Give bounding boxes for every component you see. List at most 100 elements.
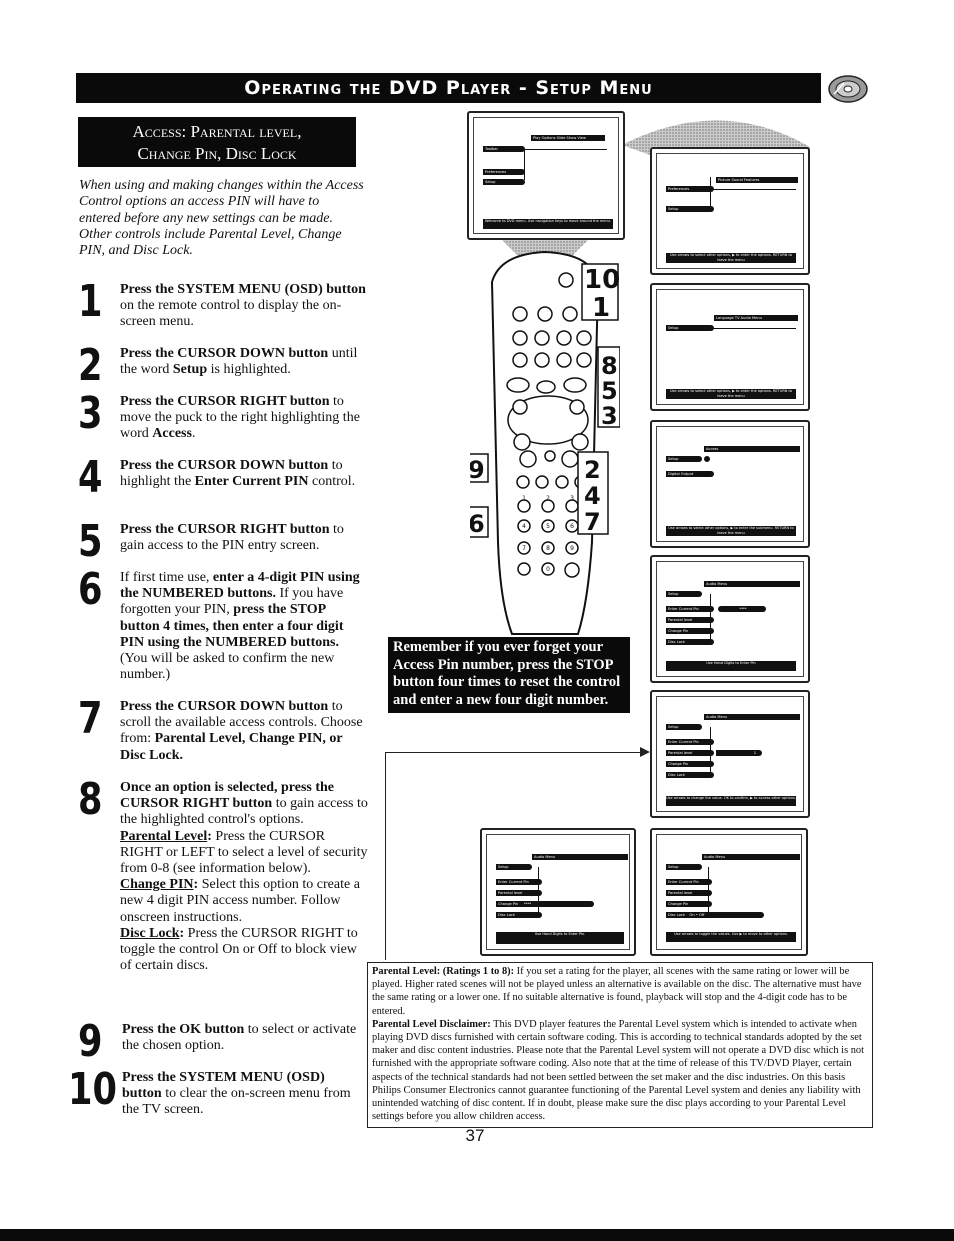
option-label: Change PIN xyxy=(120,877,194,893)
screen-enter-pin: Audio Menu Setup Enter Current Pin **** … xyxy=(650,555,810,683)
step-instruction: Press the CURSOR RIGHT button xyxy=(120,394,330,409)
menu-item-parental-level[interactable]: Parental level xyxy=(496,890,542,896)
menu-item-disc-lock[interactable]: Disc Lock xyxy=(666,639,714,645)
menu-item-change-pin[interactable]: Change Pin xyxy=(666,628,714,634)
step-number: 3 xyxy=(78,388,103,439)
callout-step-9: 9 xyxy=(470,456,485,484)
screen-change-pin: Audio Menu Setup Enter Current Pin Paren… xyxy=(480,828,636,956)
remote-digit-9: 9 xyxy=(570,545,574,552)
step-keyword: Enter Current PIN xyxy=(194,474,309,490)
menu-item-setup[interactable]: Setup xyxy=(666,456,702,462)
remote-digit-3: 3 xyxy=(570,495,574,502)
menu-item-label: Change Pin xyxy=(498,902,519,906)
step-detail: If first time use, xyxy=(120,570,213,585)
step-3: 3 Press the CURSOR RIGHT button to move … xyxy=(78,388,368,443)
parental-level-info-box: Parental Level: (Ratings 1 to 8): If you… xyxy=(367,962,873,1128)
section-title-line-2: Change Pin, Disc Lock xyxy=(137,144,297,163)
step-4: 4 Press the CURSOR DOWN button to highli… xyxy=(78,456,368,500)
screen-main-menu: Play Options Slide Show View Toolbar Pre… xyxy=(467,111,625,240)
menu-footer-hint: Use arrows to toggle the values. Use ▶ t… xyxy=(666,932,796,942)
menu-item-digital-output[interactable]: Digital Output xyxy=(666,471,714,477)
menu-footer-hint: Use arrows to change the value. OK to co… xyxy=(666,796,796,806)
pointer-arrow-icon xyxy=(640,747,650,757)
callout-step-10: 10 xyxy=(584,265,620,295)
section-title: Access: Parental level, Change Pin, Disc… xyxy=(78,117,356,167)
menu-item-preferences[interactable]: Preferences xyxy=(483,169,525,175)
step-8: 8 Once an option is selected, press the … xyxy=(78,778,368,974)
menu-item-change-pin[interactable]: Change Pin xyxy=(666,761,714,767)
screen-disc-lock: Audio Menu Setup Enter Current Pin Paren… xyxy=(650,828,808,956)
menu-item-setup[interactable]: Setup xyxy=(666,724,702,730)
disc-lock-toggle-value: On • Off xyxy=(689,913,705,917)
menu-item-setup[interactable]: Setup xyxy=(666,864,702,870)
screen-parental-level: Audio Menu Setup Enter Current Pin Paren… xyxy=(650,690,810,818)
menu-item-label: Disc Lock xyxy=(668,913,685,917)
menu-top-bar: Picture Sound Features xyxy=(716,177,798,183)
info-text-disclaimer: This DVD player features the Parental Le… xyxy=(372,1018,864,1123)
menu-item-toolbar[interactable]: Toolbar xyxy=(483,146,525,152)
menu-item-disc-lock[interactable]: Disc Lock On • Off xyxy=(666,912,764,918)
menu-footer-hint: Welcome to DVD menu. Use navigation keys… xyxy=(483,219,613,229)
menu-item-disc-lock[interactable]: Disc Lock xyxy=(666,772,714,778)
remote-digit-6: 6 xyxy=(570,523,574,530)
menu-item-setup[interactable]: Setup xyxy=(483,179,525,185)
step-9: 9 Press the OK button to select or activ… xyxy=(78,1020,368,1064)
step-7: 7 Press the CURSOR DOWN button to scroll… xyxy=(78,693,368,764)
menu-item-change-pin[interactable]: Change Pin xyxy=(666,901,712,907)
menu-item-enter-current-pin[interactable]: Enter Current Pin xyxy=(666,606,714,612)
step-number: 7 xyxy=(78,693,103,744)
parental-level-slider[interactable]: 1 xyxy=(716,750,762,756)
menu-item-setup[interactable]: Setup xyxy=(666,325,714,331)
step-number: 6 xyxy=(78,564,103,615)
callout-step-1: 1 xyxy=(592,293,610,323)
step-detail: is highlighted. xyxy=(207,362,291,378)
callout-step-6: 6 xyxy=(470,510,485,538)
step-instruction: Press the CURSOR DOWN button xyxy=(120,699,329,714)
step-2: 2 Press the CURSOR DOWN button until the… xyxy=(78,344,368,388)
menu-item-preferences[interactable]: Preferences xyxy=(666,186,714,192)
callout-step-5: 5 xyxy=(601,377,618,405)
menu-item-change-pin[interactable]: Change Pin **** xyxy=(496,901,594,907)
step-detail: control. xyxy=(308,474,356,490)
step-instruction: Press the SYSTEM MENU (OSD) button xyxy=(120,282,366,297)
menu-item-parental-level[interactable]: Parental level xyxy=(666,890,712,896)
screen-access: Access Setup Digital Output Use arrows t… xyxy=(650,420,810,548)
page-header-title: Operating the DVD Player - Setup Menu xyxy=(244,77,653,99)
callout-step-3: 3 xyxy=(601,402,618,430)
remote-digit-0: 0 xyxy=(546,566,550,573)
option-parental-level: Parental Level: Press the CURSOR RIGHT o… xyxy=(120,828,368,877)
step-6: 6 If first time use, enter a 4-digit PIN… xyxy=(78,564,368,683)
info-heading-disclaimer: Parental Level Disclaimer: xyxy=(372,1018,491,1030)
callout-step-7: 7 xyxy=(584,508,601,536)
disc-icon xyxy=(826,74,868,104)
menu-footer-hint: Use arrows to select other options, ▶ to… xyxy=(666,253,796,263)
step-10: 10 Press the SYSTEM MENU (OSD) button to… xyxy=(68,1064,358,1119)
menu-top-bar: Play Options Slide Show View xyxy=(531,135,605,141)
screen-setup: Language TV Audio Menu Setup Use arrows … xyxy=(650,283,810,411)
menu-top-bar: Audio Menu xyxy=(704,714,800,720)
step-detail: on the remote control to display the on-… xyxy=(120,298,342,330)
menu-item-disc-lock[interactable]: Disc Lock xyxy=(496,912,542,918)
menu-item-parental-level[interactable]: Parental level xyxy=(666,617,714,623)
menu-item-setup[interactable]: Setup xyxy=(666,206,714,212)
section-title-line-1: Access: Parental level, xyxy=(132,122,302,141)
menu-item-setup[interactable]: Setup xyxy=(666,591,702,597)
step-detail: . xyxy=(191,426,196,442)
step-detail: (You will be asked to confirm the new nu… xyxy=(120,651,335,683)
step-keyword: Setup xyxy=(172,362,208,378)
footer-bar xyxy=(0,1229,954,1241)
menu-item-parental-level[interactable]: Parental level xyxy=(666,750,714,756)
remote-control-illustration: 10 1 8 5 3 2 4 7 9 6 1 2 3 4 5 6 7 8 9 0 xyxy=(465,242,621,642)
step-keyword: Access xyxy=(152,426,192,442)
page-number: 37 xyxy=(465,1126,485,1145)
menu-item-enter-current-pin[interactable]: Enter Current Pin xyxy=(496,879,542,885)
step-number: 10 xyxy=(68,1064,117,1115)
menu-footer-hint: Use arrows to select other options, ▶ to… xyxy=(666,526,796,536)
pin-entry-field[interactable]: **** xyxy=(718,606,766,612)
pointer-line xyxy=(385,752,386,960)
option-label: Disc Lock xyxy=(120,925,180,941)
menu-item-enter-current-pin[interactable]: Enter Current Pin xyxy=(666,739,714,745)
menu-item-enter-current-pin[interactable]: Enter Current Pin xyxy=(666,879,712,885)
menu-item-setup[interactable]: Setup xyxy=(496,864,532,870)
menu-top-bar: Audio Menu xyxy=(532,854,628,860)
